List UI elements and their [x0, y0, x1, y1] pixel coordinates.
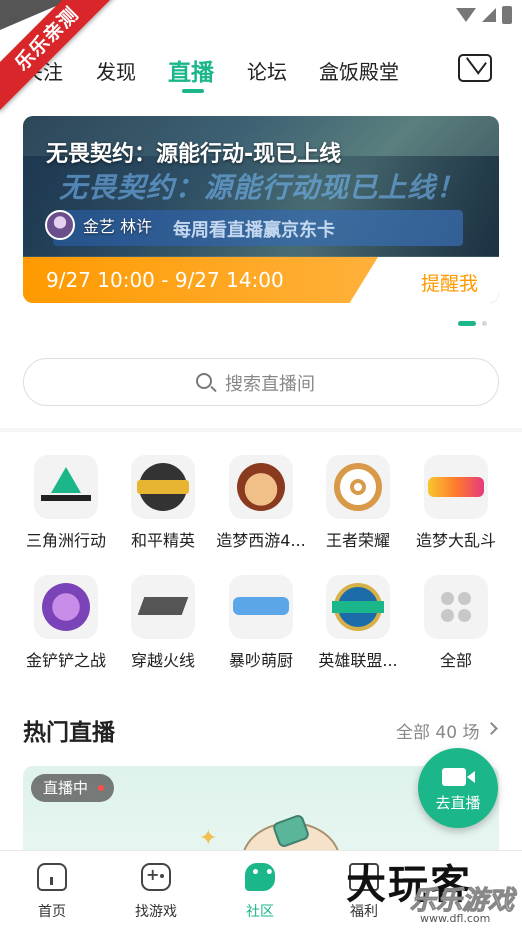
- watermark-url: www.dfl.com: [420, 912, 491, 925]
- game-item[interactable]: 和平精英: [113, 455, 213, 551]
- game-item[interactable]: 英雄联盟...: [308, 575, 408, 671]
- game-label: 金铲铲之战: [25, 651, 106, 670]
- carousel-dot: [482, 321, 487, 326]
- battery-icon: [502, 6, 512, 24]
- game-label: 穿越火线: [130, 651, 195, 670]
- carousel-dot-active: [458, 321, 476, 326]
- wifi-icon: [456, 8, 476, 22]
- chat-bubble-icon: [245, 863, 275, 891]
- game-item[interactable]: 暴吵萌厨: [211, 575, 311, 671]
- hot-live-title: 热门直播: [23, 720, 115, 746]
- tab-discover[interactable]: 发现: [96, 56, 136, 85]
- search-icon: [196, 373, 212, 389]
- game-item[interactable]: 穿越火线: [113, 575, 213, 671]
- game-item[interactable]: 造梦大乱斗: [406, 455, 506, 551]
- section-divider: [0, 428, 522, 432]
- nav-label: 首页: [38, 904, 66, 920]
- live-badge: 直播中: [31, 774, 115, 802]
- active-tab-indicator: [182, 89, 204, 93]
- search-input[interactable]: 搜索直播间: [23, 358, 499, 406]
- tab-forum[interactable]: 论坛: [247, 56, 287, 85]
- cute-chef-icon: [229, 575, 293, 639]
- game-item[interactable]: 全部: [406, 575, 506, 671]
- league-of-legends-icon: [326, 575, 390, 639]
- nav-label: 找游戏: [135, 904, 177, 920]
- game-label: 和平精英: [130, 531, 195, 550]
- top-tabs: 关注 发现 直播 论坛 盒饭殿堂: [0, 48, 522, 94]
- live-dot-icon: [98, 785, 105, 791]
- hot-live-all-link[interactable]: 全部 40 场: [396, 718, 479, 743]
- banner-art-text: 无畏契约：源能行动现已上线！: [59, 171, 466, 204]
- home-icon: [37, 863, 67, 891]
- game-label: 英雄联盟...: [318, 651, 398, 670]
- avatar: [45, 210, 75, 240]
- live-badge-label: 直播中: [43, 779, 89, 797]
- gamepad-icon: [141, 863, 171, 891]
- remind-button[interactable]: 提醒我: [421, 269, 478, 296]
- game-label: 造梦大乱斗: [415, 531, 496, 550]
- cell-signal-icon: [482, 8, 496, 22]
- golden-spatula-icon: [34, 575, 98, 639]
- game-label: 造梦西游4...: [216, 531, 306, 550]
- game-item[interactable]: 三角洲行动: [16, 455, 116, 551]
- live-banner[interactable]: 无畏契约：源能行动现已上线！ 每周看直播赢京东卡 无畏契约：源能行动-现已上线 …: [23, 116, 499, 303]
- dream-journey-icon: [229, 455, 293, 519]
- tab-live[interactable]: 直播: [168, 53, 214, 87]
- all-grid-icon: [424, 575, 488, 639]
- game-item[interactable]: 王者荣耀: [308, 455, 408, 551]
- mail-icon[interactable]: [458, 54, 492, 82]
- go-live-label: 去直播: [435, 794, 481, 812]
- go-live-button[interactable]: 去直播: [418, 748, 498, 828]
- game-label: 全部: [439, 651, 472, 670]
- video-camera-icon: [442, 768, 475, 786]
- banner-title: 无畏契约：源能行动-现已上线: [46, 142, 342, 167]
- banner-strip-text: 每周看直播赢京东卡: [173, 220, 335, 241]
- chevron-right-icon[interactable]: [485, 722, 498, 735]
- game-item[interactable]: 金铲铲之战: [16, 575, 116, 671]
- tab-boxmeal-hall[interactable]: 盒饭殿堂: [319, 56, 399, 85]
- nav-label: 社区: [246, 904, 274, 920]
- nav-home[interactable]: 首页: [12, 863, 92, 921]
- game-label: 暴吵萌厨: [228, 651, 293, 670]
- game-label: 王者荣耀: [325, 531, 390, 550]
- game-item[interactable]: 造梦西游4...: [211, 455, 311, 551]
- carousel-dots: [458, 321, 487, 326]
- dream-brawl-icon: [424, 455, 488, 519]
- honor-of-kings-icon: [326, 455, 390, 519]
- peace-elite-icon: [131, 455, 195, 519]
- game-label: 三角洲行动: [25, 531, 106, 550]
- nav-find-games[interactable]: 找游戏: [116, 863, 196, 921]
- search-placeholder: 搜索直播间: [225, 374, 315, 395]
- crossfire-icon: [131, 575, 195, 639]
- sparkle-icon: ✦: [199, 826, 218, 851]
- streamer-name: 金艺 林许: [83, 217, 153, 236]
- banner-time: 9/27 10:00 - 9/27 14:00: [46, 268, 284, 292]
- delta-force-icon: [34, 455, 98, 519]
- streamer-info: 金艺 林许: [45, 210, 152, 240]
- nav-community[interactable]: 社区: [220, 863, 300, 921]
